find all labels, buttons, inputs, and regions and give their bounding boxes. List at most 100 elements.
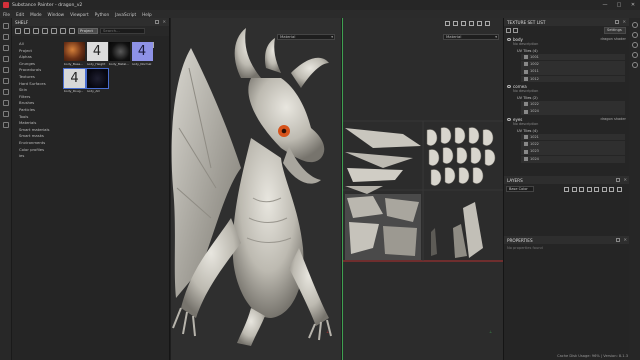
material-dropdown-3d[interactable]: Material ▾ (277, 34, 335, 40)
viewport-3d[interactable]: Material ▾ ⊥ (171, 18, 341, 360)
material-dropdown-2d[interactable]: Material ▾ (443, 34, 499, 40)
close-icon[interactable]: ✕ (623, 236, 627, 244)
pin-icon[interactable] (155, 20, 159, 24)
texture-set-body[interactable]: body dragon shader No description UV Til… (504, 36, 629, 83)
menu-viewport[interactable]: Viewport (70, 12, 89, 17)
project-filter-chip[interactable]: Project (78, 28, 98, 34)
menu-help[interactable]: Help (142, 12, 152, 17)
shader-label[interactable]: dragon shader (601, 37, 627, 41)
shader-label[interactable]: dragon shader (601, 117, 627, 121)
list-view-icon[interactable] (513, 28, 518, 33)
category-item[interactable]: Materials (19, 120, 59, 127)
thumbnail-base-color[interactable]: body_Base... (64, 42, 85, 67)
menu-file[interactable]: File (3, 12, 10, 17)
uv-tile-row[interactable]: 1024 (521, 155, 625, 163)
thumbnail-metallic[interactable]: body_Metal... (109, 42, 130, 67)
minimize-button[interactable]: — (598, 0, 612, 10)
pin-icon[interactable] (615, 20, 619, 24)
history-icon[interactable] (631, 62, 638, 68)
texture-set-list-icon[interactable] (631, 22, 638, 28)
menu-window[interactable]: Window (48, 12, 65, 17)
duplicate-layer-icon[interactable] (609, 187, 614, 192)
uv-tile-row[interactable]: 1011 (521, 68, 625, 76)
category-item[interactable]: Environments (19, 140, 59, 147)
camera-icon[interactable] (453, 20, 458, 26)
refresh-icon[interactable] (69, 28, 75, 34)
add-paint-layer-icon[interactable] (586, 187, 592, 192)
filter-icon[interactable] (60, 28, 66, 34)
texture-set-eyes[interactable]: eyes dragon shader No description UV Til… (504, 116, 629, 163)
split-view-icon[interactable] (469, 20, 474, 26)
uv-tile-row[interactable]: 1022 (521, 100, 625, 108)
projection-icon[interactable] (2, 45, 9, 51)
pause-icon[interactable] (445, 20, 450, 26)
close-button[interactable]: ✕ (626, 0, 640, 10)
display-settings-icon[interactable] (631, 42, 638, 48)
pin-icon[interactable] (616, 178, 620, 182)
export-icon[interactable] (42, 28, 48, 34)
single-view-icon[interactable] (477, 20, 482, 26)
thumbnail-height[interactable]: 4 body_Height (86, 42, 108, 67)
category-item[interactable]: Project (19, 48, 59, 55)
category-item[interactable]: Alphas (19, 54, 59, 61)
add-folder-icon[interactable] (594, 187, 599, 192)
category-item[interactable]: Grunges (19, 61, 59, 68)
menu-mode[interactable]: Mode (30, 12, 41, 17)
add-fill-layer-icon[interactable] (579, 187, 584, 192)
menu-javascript[interactable]: JavaScript (115, 12, 136, 17)
category-item[interactable]: Hard Surfaces (19, 81, 59, 88)
category-item[interactable]: ies (19, 153, 59, 160)
category-item[interactable]: Smart masks (19, 133, 59, 140)
settings-button[interactable]: Settings (604, 27, 626, 34)
uv-tile-row[interactable]: 1002 (521, 60, 625, 68)
category-item[interactable]: Skin (19, 87, 59, 94)
eraser-icon[interactable] (2, 34, 9, 40)
thumbnail-roughness[interactable]: 4 body_Roug... (63, 67, 86, 94)
close-icon[interactable]: ✕ (162, 18, 166, 26)
eye-icon[interactable] (507, 37, 511, 41)
texture-set-cornea[interactable]: cornea No description UV Tiles (2) 1022 … (504, 83, 629, 116)
clone-icon[interactable] (2, 78, 9, 84)
eye-icon[interactable] (507, 117, 511, 121)
blend-mode-dropdown[interactable]: Base Color (506, 186, 534, 192)
delete-layer-icon[interactable] (601, 187, 607, 192)
uv-view-icon[interactable] (485, 20, 490, 26)
viewer-settings-icon[interactable] (631, 52, 638, 58)
pin-icon[interactable] (616, 238, 620, 242)
menu-edit[interactable]: Edit (16, 12, 24, 17)
new-folder-icon[interactable] (24, 28, 30, 34)
render-icon[interactable] (461, 20, 466, 26)
category-item[interactable]: Particles (19, 107, 59, 114)
add-mask-icon[interactable] (571, 187, 577, 192)
menu-python[interactable]: Python (95, 12, 110, 17)
uv-tile-row[interactable]: 1021 (521, 133, 625, 141)
add-icon[interactable] (506, 28, 511, 33)
eye-icon[interactable] (507, 84, 511, 88)
close-icon[interactable]: ✕ (623, 176, 627, 184)
maximize-button[interactable]: □ (612, 0, 626, 10)
texture-set-settings-icon[interactable] (631, 32, 638, 38)
import-icon[interactable] (33, 28, 39, 34)
thumbnail-normal[interactable]: 4 body_Normal (131, 42, 153, 67)
color-picker-icon[interactable] (2, 89, 9, 95)
category-item[interactable]: Color profiles (19, 147, 59, 154)
geometry-fill-icon[interactable] (2, 56, 9, 62)
uv-tile-row[interactable]: 1022 (521, 141, 625, 148)
uv-tile-row[interactable]: 1023 (521, 148, 625, 156)
category-item[interactable]: Tools (19, 114, 59, 121)
category-item[interactable]: Procedurals (19, 67, 59, 74)
category-item[interactable]: Brushes (19, 100, 59, 107)
thumbnail-ao[interactable]: body_AO (85, 67, 109, 94)
polygon-fill-icon[interactable] (2, 100, 9, 106)
add-effect-icon[interactable] (564, 187, 569, 192)
uv-tile-row[interactable]: 1001 (521, 53, 625, 61)
category-item[interactable]: Smart materials (19, 127, 59, 134)
category-item[interactable]: All (19, 41, 59, 48)
shelf-search-input[interactable]: Search... (100, 28, 145, 34)
uv-tile-row[interactable]: 1012 (521, 75, 625, 83)
category-item[interactable]: Filters (19, 94, 59, 101)
uv-tile-row[interactable]: 1024 (521, 108, 625, 116)
folder-icon[interactable] (616, 187, 622, 192)
text-tool-icon[interactable] (2, 111, 9, 117)
measure-icon[interactable] (2, 122, 9, 128)
